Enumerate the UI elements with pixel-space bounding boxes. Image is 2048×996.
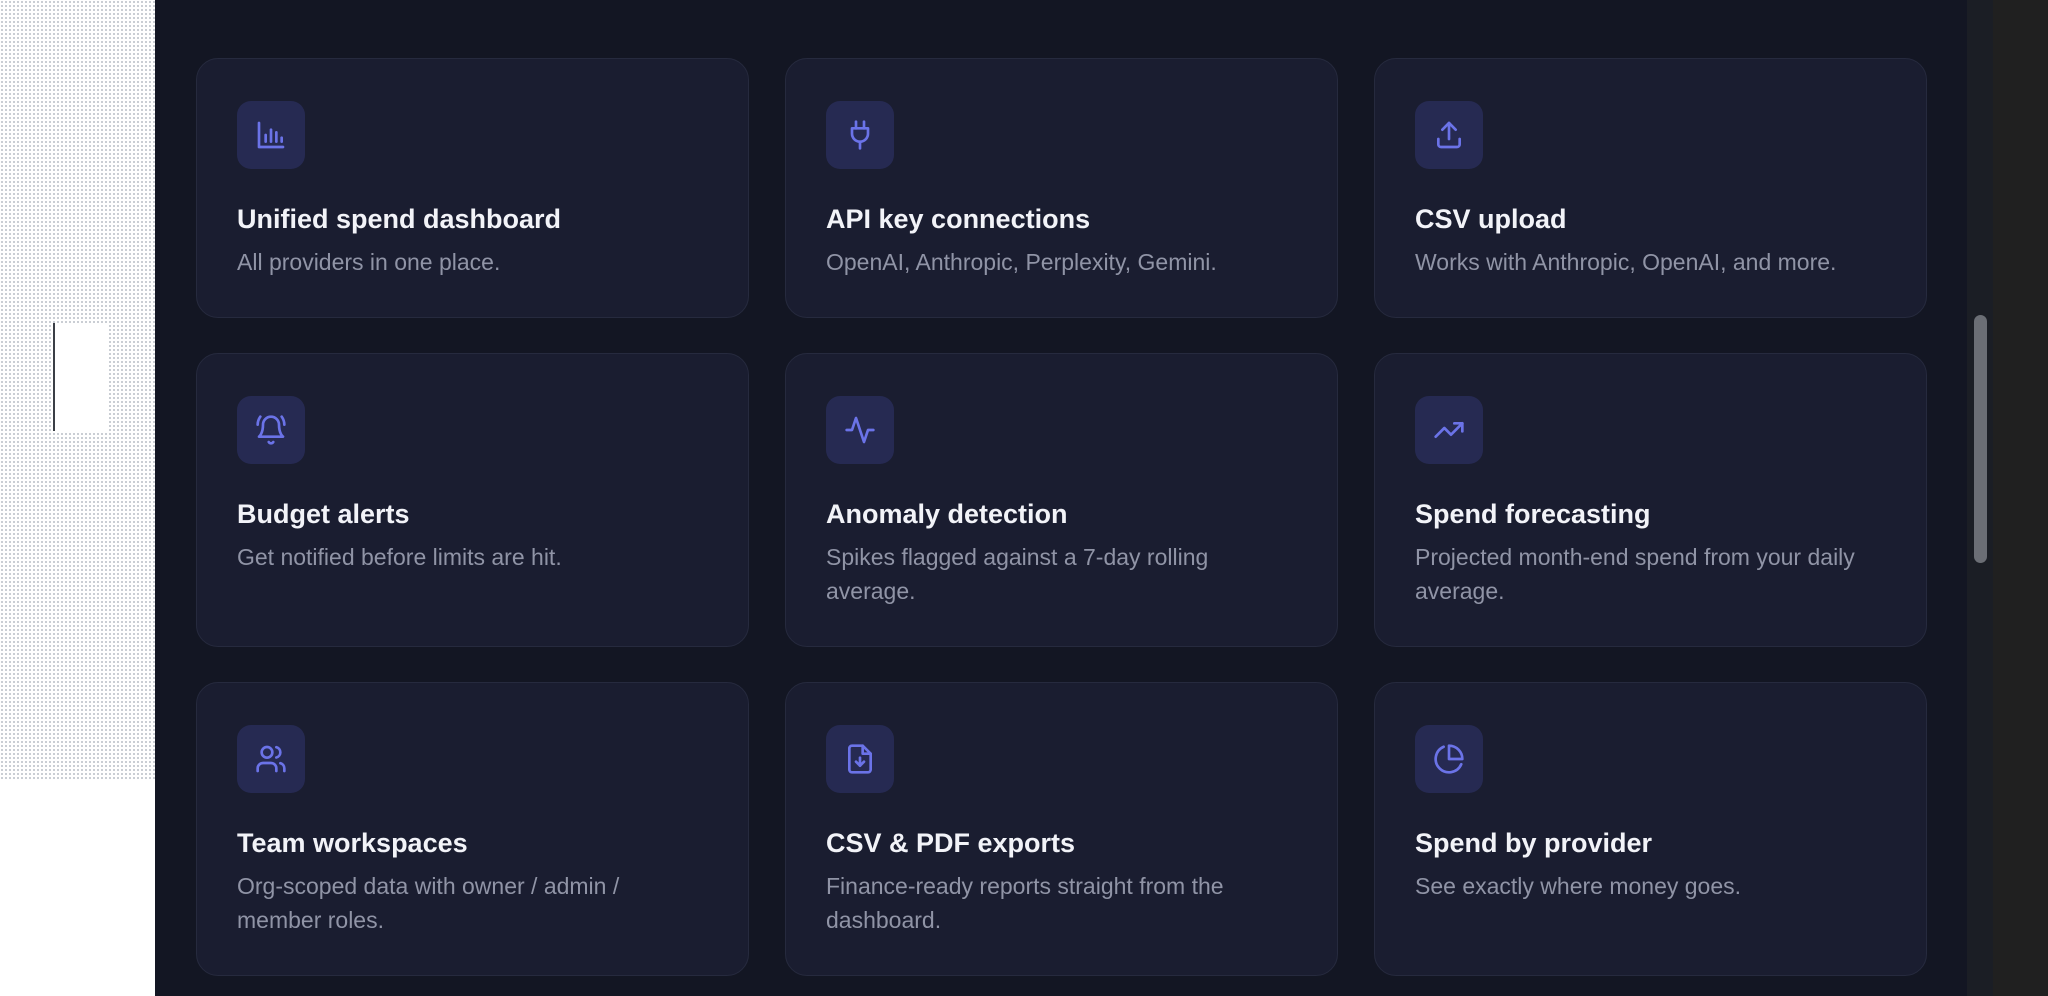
feature-card-anomaly-detection: Anomaly detection Spikes flagged against… [785,353,1338,647]
feature-card-unified-spend-dashboard: Unified spend dashboard All providers in… [196,58,749,318]
feature-card-api-key-connections: API key connections OpenAI, Anthropic, P… [785,58,1338,318]
feature-icon-tile [237,101,305,169]
feature-title: CSV upload [1415,204,1567,234]
feature-card-spend-by-provider: Spend by provider See exactly where mone… [1374,682,1927,976]
upload-icon [1437,121,1461,149]
trending-up-icon [1434,422,1464,438]
feature-icon-tile [826,725,894,793]
feature-card-csv-pdf-exports: CSV & PDF exports Finance-ready reports … [785,682,1338,976]
feature-description: Org-scoped data with owner / admin / mem… [237,873,620,933]
plug-icon [850,120,870,150]
feature-title: API key connections [826,204,1091,234]
bar-chart-icon [257,121,285,149]
feature-icon-tile [1415,725,1483,793]
feature-icon-tile [1415,396,1483,464]
feature-card-team-workspaces: Team workspaces Org-scoped data with own… [196,682,749,976]
features-section: Unified spend dashboard All providers in… [155,0,1967,996]
scrollbar-thumb[interactable] [1974,315,1987,563]
feature-icon-tile [237,725,305,793]
window-edge [1993,0,2048,996]
file-download-icon [848,744,872,774]
feature-card-csv-upload: CSV upload Works with Anthropic, OpenAI,… [1374,58,1927,318]
feature-description: Get notified before limits are hit. [237,544,562,570]
background-page-strip [0,0,155,996]
feature-title: Budget alerts [237,499,410,529]
feature-title: Unified spend dashboard [237,204,562,234]
feature-grid: Unified spend dashboard All providers in… [196,58,1927,976]
bell-ringing-icon [256,415,286,445]
background-text-caret-box [53,323,109,431]
feature-title: Anomaly detection [826,499,1068,529]
feature-icon-tile [826,396,894,464]
feature-description: All providers in one place. [237,249,501,275]
feature-title: Spend by provider [1415,828,1653,858]
feature-card-spend-forecasting: Spend forecasting Projected month-end sp… [1374,353,1927,647]
pie-chart-icon [1434,744,1464,774]
feature-description: See exactly where money goes. [1415,873,1742,899]
feature-icon-tile [1415,101,1483,169]
feature-title: Spend forecasting [1415,499,1651,529]
feature-icon-tile [826,101,894,169]
feature-card-budget-alerts: Budget alerts Get notified before limits… [196,353,749,647]
vertical-scrollbar[interactable] [1967,0,1993,996]
feature-title: Team workspaces [237,828,468,858]
feature-title: CSV & PDF exports [826,828,1076,858]
feature-description: Projected month-end spend from your dail… [1415,544,1855,604]
feature-description: Finance-ready reports straight from the … [826,873,1224,933]
feature-icon-tile [237,396,305,464]
feature-description: Spikes flagged against a 7-day rolling a… [826,544,1209,604]
feature-description: Works with Anthropic, OpenAI, and more. [1415,249,1837,275]
activity-icon [845,416,875,444]
users-icon [256,745,286,773]
feature-description: OpenAI, Anthropic, Perplexity, Gemini. [826,249,1217,275]
